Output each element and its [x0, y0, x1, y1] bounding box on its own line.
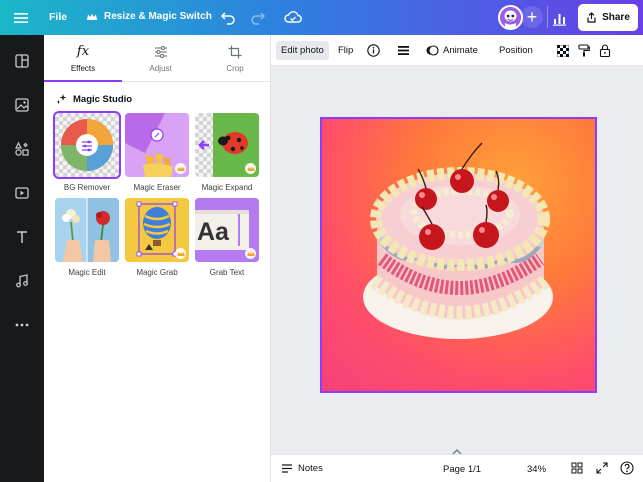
bg-remover-icon [53, 111, 121, 179]
info-icon [367, 44, 380, 57]
transparency-icon [557, 44, 569, 57]
share-icon [587, 12, 596, 23]
flip-label: Flip [338, 45, 354, 56]
cake-photo[interactable] [322, 119, 595, 391]
elements-icon[interactable] [14, 141, 30, 157]
design-artboard[interactable] [320, 117, 597, 393]
top-bar: File Resize & Magic Switch + Share [0, 0, 643, 35]
notes-button[interactable]: Notes [281, 463, 323, 474]
file-menu[interactable]: File [49, 11, 67, 23]
text-icon[interactable] [14, 229, 30, 245]
topbar-divider [547, 6, 548, 28]
grid-view-icon[interactable] [571, 462, 583, 474]
tool-label-magic-eraser: Magic Eraser [133, 183, 181, 192]
edit-photo-label: Edit photo [281, 45, 324, 56]
paint-roller-icon [578, 44, 590, 57]
tool-label-magic-edit: Magic Edit [68, 268, 106, 277]
video-icon[interactable] [14, 185, 30, 201]
crown-icon [87, 13, 97, 20]
bg-remover-tool[interactable]: BG Remover [53, 111, 121, 192]
copy-style-button[interactable] [573, 41, 595, 60]
effects-panel: fx Effects Adjust Crop Magic Studio BG R… [44, 35, 271, 482]
share-label: Share [602, 12, 630, 23]
animate-icon [426, 45, 439, 56]
undo-icon[interactable] [220, 9, 236, 25]
help-icon[interactable] [620, 461, 634, 475]
avatar[interactable] [498, 5, 523, 30]
transparency-button[interactable] [552, 41, 574, 60]
panel-tabs: fx Effects Adjust Crop [44, 35, 271, 82]
fullscreen-icon[interactable] [596, 462, 608, 474]
tool-label-magic-expand: Magic Expand [201, 183, 253, 192]
bottom-bar: Notes Page 1/1 34% [271, 454, 643, 482]
info-button[interactable] [362, 41, 385, 60]
magic-studio-heading: Magic Studio [56, 93, 132, 105]
sliders-icon [154, 45, 167, 58]
lock-icon [599, 44, 611, 57]
lock-button[interactable] [594, 41, 616, 60]
magic-edit-tool[interactable]: Magic Edit [55, 198, 119, 277]
context-toolbar: Edit photo Flip Animate Position [271, 35, 643, 66]
menu-icon[interactable] [12, 9, 30, 27]
tool-label-grab-text: Grab Text [209, 268, 245, 277]
magic-eraser-tool[interactable]: Magic Eraser [125, 113, 189, 192]
page-indicator[interactable]: Page 1/1 [443, 464, 481, 475]
premium-crown-icon [175, 163, 186, 174]
sparkle-icon [56, 94, 67, 104]
magic-expand-tool[interactable]: Magic Expand [195, 113, 259, 192]
magic-eraser-icon [125, 113, 189, 177]
grab-text-tool[interactable]: Aa Grab Text [195, 198, 259, 277]
premium-crown-icon [245, 248, 256, 259]
tab-crop[interactable]: Crop [199, 35, 271, 82]
fx-icon: fx [76, 44, 90, 59]
analytics-icon[interactable] [549, 7, 571, 29]
animate-label: Animate [443, 45, 478, 56]
animate-button[interactable]: Animate [421, 41, 483, 60]
music-icon[interactable] [14, 273, 30, 289]
share-button[interactable]: Share [578, 4, 638, 31]
bg-remover-illustration [61, 119, 113, 171]
magic-edit-icon [55, 198, 119, 262]
redo-icon[interactable] [250, 9, 266, 25]
avatar-illustration [500, 7, 521, 28]
edit-photo-button[interactable]: Edit photo [276, 41, 329, 60]
border-style-button[interactable] [392, 41, 415, 60]
notes-label: Notes [298, 463, 323, 474]
left-rail [0, 35, 44, 482]
zoom-level[interactable]: 34% [527, 464, 546, 475]
more-icon[interactable] [14, 317, 30, 333]
resize-magic-switch-button[interactable]: Resize & Magic Switch [104, 11, 212, 22]
tab-label-crop: Crop [226, 63, 244, 73]
tab-adjust[interactable]: Adjust [122, 35, 199, 82]
magic-grab-icon [125, 198, 189, 262]
tool-label-magic-grab: Magic Grab [136, 268, 178, 277]
notes-icon [282, 464, 292, 473]
crop-icon [228, 45, 242, 58]
border-style-icon [398, 46, 409, 55]
active-tab-indicator [44, 80, 122, 82]
premium-crown-icon [175, 248, 186, 259]
magic-grab-tool[interactable]: Magic Grab [125, 198, 189, 277]
photo-icon[interactable] [14, 97, 30, 113]
design-icon[interactable] [14, 53, 30, 69]
position-button[interactable]: Position [494, 41, 538, 60]
grab-text-sample: Aa [197, 218, 229, 246]
position-label: Position [499, 45, 533, 56]
flip-button[interactable]: Flip [333, 41, 358, 60]
plus-icon[interactable]: + [521, 6, 543, 28]
cloud-icon[interactable] [284, 9, 302, 25]
grab-text-icon: Aa [195, 198, 259, 262]
magic-expand-icon [195, 113, 259, 177]
tab-effects[interactable]: fx Effects [44, 35, 122, 82]
tab-label-adjust: Adjust [149, 63, 172, 73]
magic-studio-title: Magic Studio [73, 93, 133, 105]
magic-edit-illustration [55, 198, 119, 262]
canvas-area [271, 66, 643, 455]
tab-label-effects: Effects [70, 64, 96, 73]
tool-label-bg-remover: BG Remover [63, 183, 111, 192]
premium-crown-icon [245, 163, 256, 174]
